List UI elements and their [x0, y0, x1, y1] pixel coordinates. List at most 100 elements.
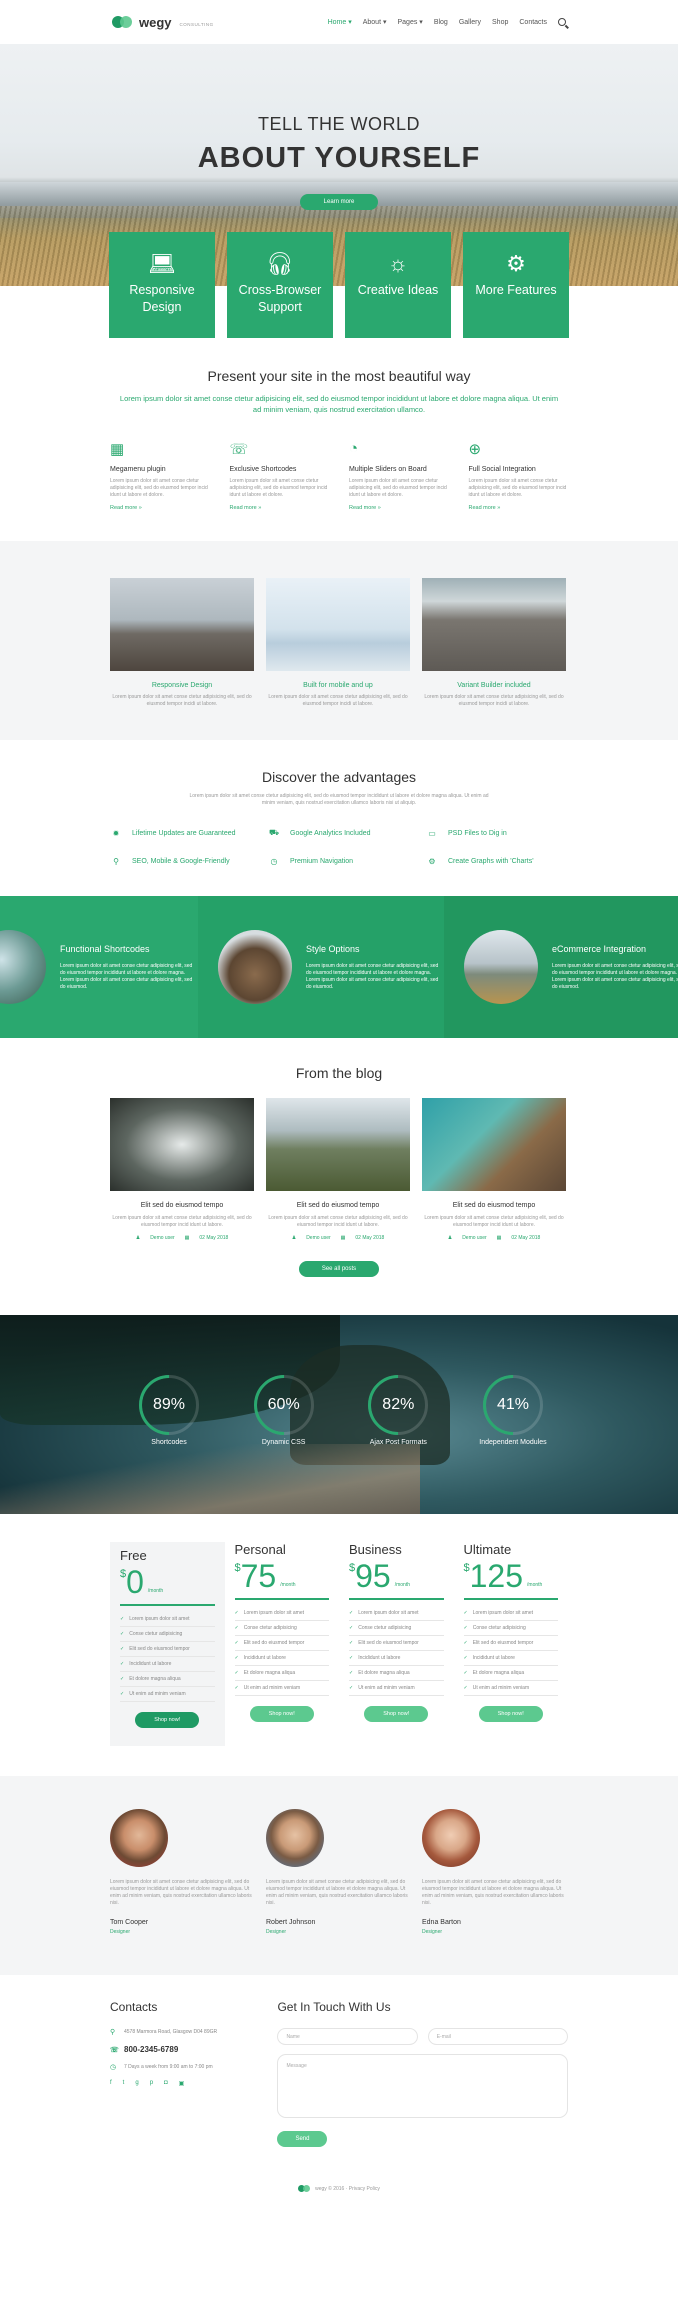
post-author[interactable]: Demo user [306, 1235, 330, 1241]
user-icon: ♟ [447, 1235, 453, 1241]
shop-now-button[interactable]: Shop now! [135, 1712, 200, 1728]
advantage-item: ▭ PSD Files to Dig in [426, 828, 568, 838]
instagram-icon[interactable]: ◘ [164, 2080, 168, 2087]
slide: Style Options Lorem ipsum dolor sit amet… [198, 896, 444, 1038]
shop-now-button[interactable]: Shop now! [478, 1706, 543, 1722]
gallery-text: Lorem ipsum dolor sit amet conse ctetur … [112, 694, 252, 707]
feature-box[interactable]: 🎧︎ Cross-Browser Support [227, 232, 333, 338]
post-meta: ♟ Demo user ▦ 02 May 2018 [266, 1235, 410, 1241]
plan-name: Personal [234, 1542, 286, 1557]
team-member: Lorem ipsum dolor sit amet conse ctetur … [422, 1809, 566, 1935]
present-item-title: Full Social Integration [468, 466, 536, 473]
advantages-section: Discover the advantages Lorem ipsum dolo… [0, 740, 678, 896]
pin-icon: ⚲ [113, 857, 119, 866]
pinterest-icon[interactable]: p [150, 2080, 153, 2087]
blog-post[interactable]: Elit sed do eiusmod tempo Lorem ipsum do… [110, 1098, 254, 1241]
present-item: ☏ Exclusive Shortcodes Lorem ipsum dolor… [230, 440, 330, 511]
gallery-title: Built for mobile and up [303, 682, 373, 689]
feature-box[interactable]: ⚙ More Features [463, 232, 569, 338]
nav-contacts[interactable]: Contacts [519, 19, 547, 26]
post-excerpt: Lorem ipsum dolor sit amet conse ctetur … [424, 1215, 564, 1228]
learn-more-button[interactable]: Learn more [300, 194, 378, 210]
see-all-posts-button[interactable]: See all posts [299, 1261, 379, 1277]
post-date: 02 May 2018 [355, 1235, 385, 1241]
advantage-item: ◷ Premium Navigation [268, 857, 426, 866]
advantages-desc: Lorem ipsum dolor sit amet conse ctetur … [189, 793, 489, 806]
pricing-plan: Personal $75/month Lorem ipsum dolor sit… [225, 1542, 340, 1746]
facebook-icon[interactable]: f [110, 2080, 112, 2087]
present-lead: Lorem ipsum dolor sit amet conse ctetur … [119, 394, 559, 414]
email-input[interactable]: E-mail [427, 2028, 568, 2045]
blog-post[interactable]: Elit sed do eiusmod tempo Lorem ipsum do… [422, 1098, 566, 1241]
team-member: Lorem ipsum dolor sit amet conse ctetur … [110, 1809, 254, 1935]
member-bio: Lorem ipsum dolor sit amet conse ctetur … [110, 1879, 252, 1906]
nav-shop[interactable]: Shop [492, 19, 508, 26]
post-title[interactable]: Elit sed do eiusmod tempo [422, 1202, 566, 1209]
feature-slider[interactable]: Functional Shortcodes Lorem ipsum dolor … [0, 896, 678, 1038]
member-role: Designer [266, 1929, 287, 1935]
plan-price: $75/month [234, 1558, 329, 1600]
nav-pages[interactable]: Pages ▾ [397, 18, 422, 26]
nav-gallery[interactable]: Gallery [459, 19, 481, 26]
post-title[interactable]: Elit sed do eiusmod tempo [266, 1202, 410, 1209]
clock-icon: ◷ [110, 2064, 117, 2071]
google-plus-icon[interactable]: g [135, 2080, 138, 2087]
post-excerpt: Lorem ipsum dolor sit amet conse ctetur … [268, 1215, 408, 1228]
feature-box[interactable]: 💻︎ Responsive Design [109, 232, 215, 338]
phone[interactable]: ☏ 800-2345-6789 [110, 2045, 250, 2054]
gallery-item[interactable]: Variant Builder included Lorem ipsum dol… [422, 578, 566, 708]
read-more-link[interactable]: Read more » [349, 505, 449, 511]
cart-icon: ⛟ [268, 828, 280, 837]
gallery-section: Responsive Design Lorem ipsum dolor sit … [0, 541, 678, 740]
plan-features: Lorem ipsum dolor sit ametConse ctetur a… [120, 1612, 215, 1702]
nav-blog[interactable]: Blog [434, 19, 448, 26]
shop-now-button[interactable]: Shop now! [249, 1706, 314, 1722]
progress-ring: 60% [253, 1375, 314, 1435]
plan-features: Lorem ipsum dolor sit ametConse ctetur a… [234, 1606, 329, 1696]
nav-about[interactable]: About ▾ [363, 18, 387, 26]
post-author[interactable]: Demo user [462, 1235, 486, 1241]
twitter-icon[interactable]: t [123, 2080, 125, 2087]
name-input[interactable]: Name [277, 2028, 418, 2045]
stat-label: Independent Modules [479, 1439, 547, 1446]
progress-ring: 41% [482, 1375, 543, 1435]
logo-text: wegy [139, 14, 172, 30]
blog-post[interactable]: Elit sed do eiusmod tempo Lorem ipsum do… [266, 1098, 410, 1241]
search-icon[interactable] [558, 18, 566, 26]
post-title[interactable]: Elit sed do eiusmod tempo [110, 1202, 254, 1209]
present-item-title: Exclusive Shortcodes [229, 466, 297, 473]
pebble-beach-image [422, 578, 566, 671]
history-icon: ◔ [349, 440, 359, 457]
social-links: f t g p ◘ ▣ [110, 2080, 250, 2087]
stat-label: Shortcodes [151, 1439, 187, 1446]
post-author[interactable]: Demo user [150, 1235, 174, 1241]
pricing-plan: Business $95/month Lorem ipsum dolor sit… [339, 1542, 454, 1746]
gallery-item[interactable]: Responsive Design Lorem ipsum dolor sit … [110, 578, 254, 708]
feature-box[interactable]: ☼ Creative Ideas [345, 232, 451, 338]
plan-price: $0/month [120, 1564, 215, 1606]
linkedin-icon[interactable]: ▣ [179, 2080, 185, 2087]
nav-home[interactable]: Home ▾ [328, 18, 352, 26]
present-item-title: Megamenu plugin [110, 466, 166, 473]
pricing-plan: Ultimate $125/month Lorem ipsum dolor si… [454, 1542, 569, 1746]
progress-ring: 89% [139, 1375, 199, 1435]
send-button[interactable]: Send [277, 2131, 328, 2147]
member-name: Robert Johnson [266, 1919, 316, 1926]
slide-text: Lorem ipsum dolor sit amet conse ctetur … [306, 962, 439, 990]
calendar-icon: ▦ [340, 1235, 346, 1241]
star-icon: ✹ [112, 828, 120, 838]
feature-label: More Features [475, 283, 557, 297]
message-textarea[interactable]: Message [277, 2054, 568, 2118]
logo[interactable]: wegy CONSULTING [112, 15, 214, 30]
read-more-link[interactable]: Read more » [110, 505, 210, 511]
read-more-link[interactable]: Read more » [230, 505, 330, 511]
slide-title: eCommerce Integration [552, 943, 647, 954]
plan-features: Lorem ipsum dolor sit ametConse ctetur a… [349, 1606, 444, 1696]
feature-label: Cross-Browser Support [238, 283, 322, 314]
shop-now-button[interactable]: Shop now! [364, 1706, 429, 1722]
read-more-link[interactable]: Read more » [469, 505, 569, 511]
blog-section: From the blog Elit sed do eiusmod tempo … [0, 1038, 678, 1315]
present-item-text: Lorem ipsum dolor sit amet conse ctetur … [468, 478, 567, 498]
gallery-item[interactable]: Built for mobile and up Lorem ipsum dolo… [266, 578, 410, 708]
stats-beach-image [0, 1444, 420, 1514]
